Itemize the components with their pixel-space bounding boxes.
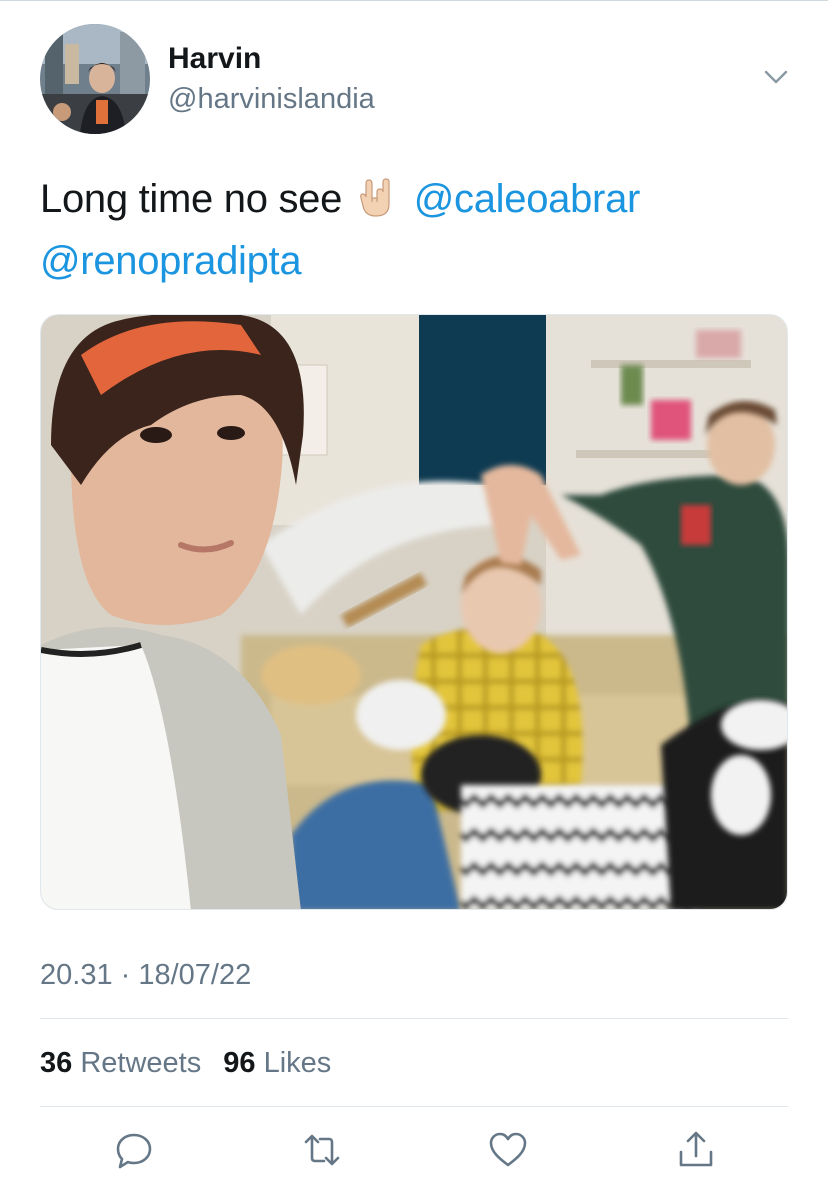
retweet-count[interactable]: 36 — [40, 1047, 72, 1079]
like-label[interactable]: Likes — [264, 1047, 332, 1079]
share-icon[interactable] — [676, 1130, 716, 1170]
tweet-stats: 36 Retweets 96 Likes — [40, 1046, 331, 1080]
tweet-photo[interactable] — [40, 314, 788, 910]
retweet-icon[interactable] — [302, 1130, 342, 1170]
divider — [40, 1018, 788, 1019]
tweet-timestamp[interactable]: 20.31 · 18/07/22 — [40, 958, 251, 992]
mention-link[interactable]: @caleoabrar — [414, 177, 641, 221]
tweet-text: Long time no see @caleoabrar @renopradip… — [40, 168, 788, 292]
divider — [40, 1106, 788, 1107]
mention-link[interactable]: @renopradipta — [40, 239, 302, 283]
like-count[interactable]: 96 — [223, 1047, 255, 1079]
user-handle[interactable]: @harvinislandia — [168, 82, 375, 116]
display-name[interactable]: Harvin — [168, 42, 261, 76]
like-icon[interactable] — [488, 1130, 528, 1170]
top-divider — [0, 0, 828, 1]
chevron-down-icon[interactable] — [762, 66, 790, 88]
tweet-body-text: Long time no see — [40, 177, 343, 221]
sign-of-horns-emoji — [360, 178, 390, 217]
avatar[interactable] — [40, 24, 150, 134]
retweet-label[interactable]: Retweets — [80, 1047, 201, 1079]
reply-icon[interactable] — [114, 1130, 154, 1170]
